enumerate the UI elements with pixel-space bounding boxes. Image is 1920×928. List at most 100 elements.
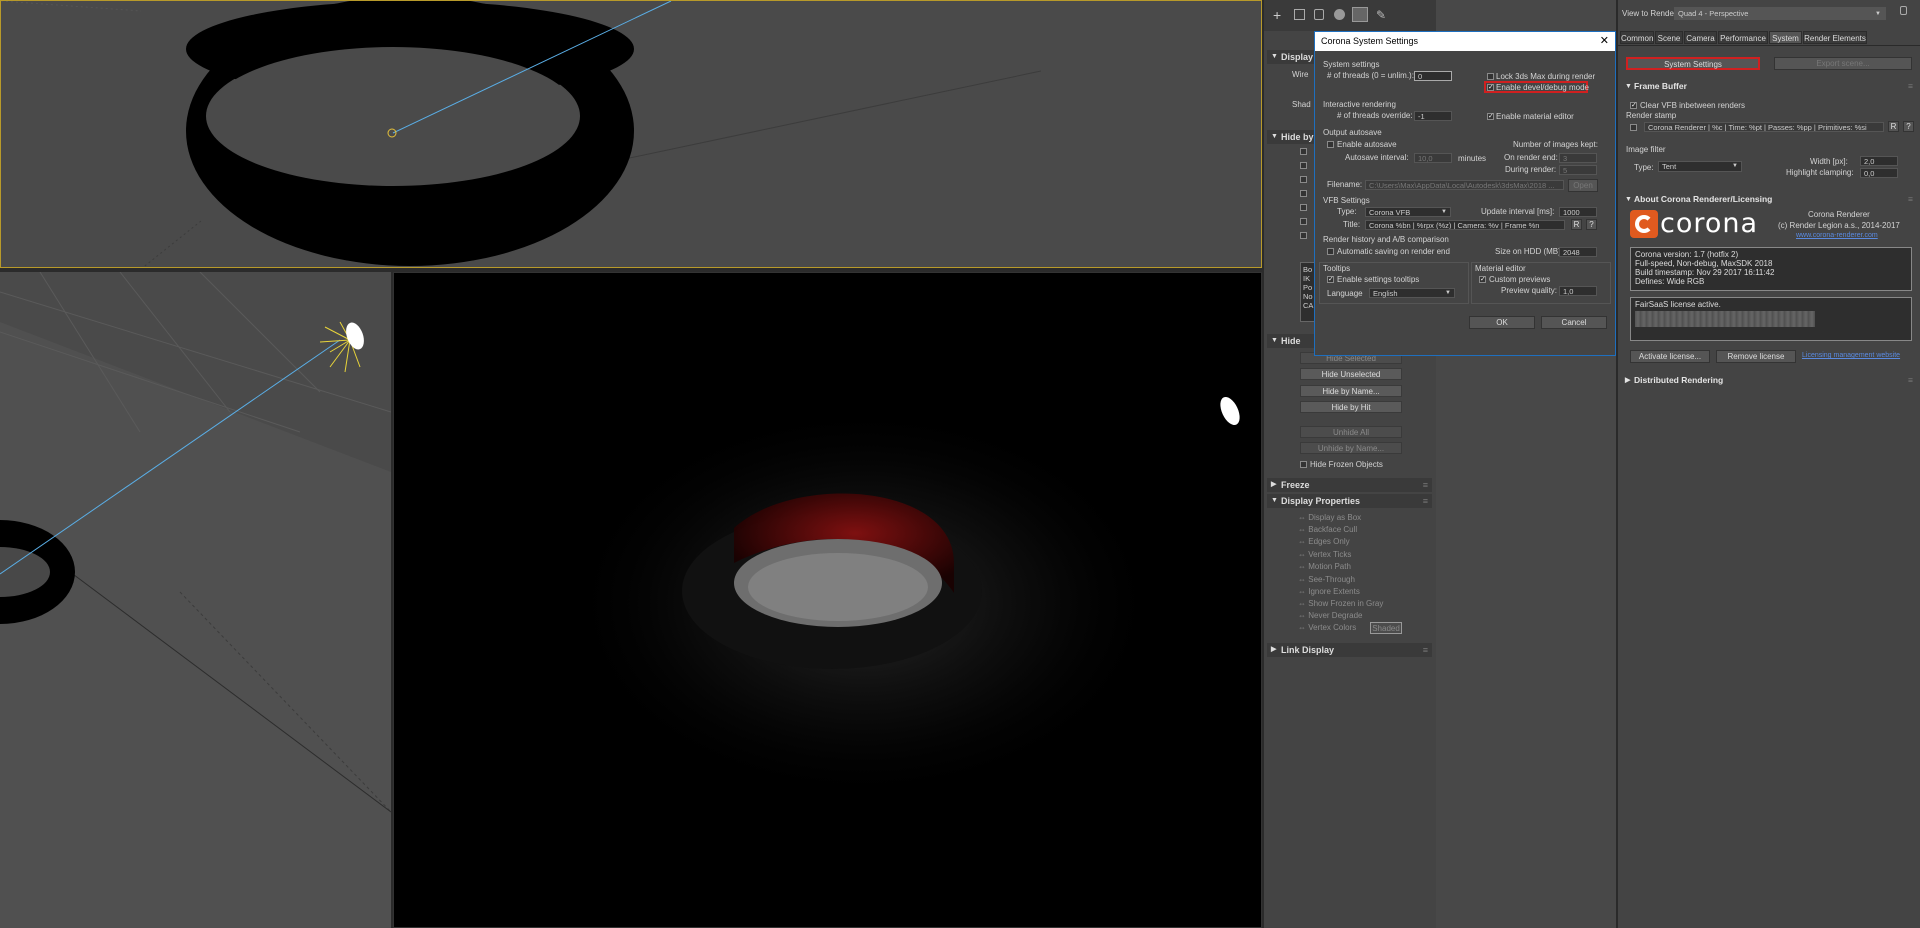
on-render-end-spinner[interactable]: 3 <box>1559 153 1597 163</box>
backface-cull-item[interactable]: ⇔ Backface Cull <box>1298 525 1357 534</box>
ignore-extents-item[interactable]: ⇔ Ignore Extents <box>1298 587 1360 596</box>
help-stamp-button[interactable]: ? <box>1903 121 1914 132</box>
enable-autosave-checkbox[interactable] <box>1327 141 1334 148</box>
viewport-top[interactable] <box>0 0 1262 268</box>
hide-by-checkbox[interactable] <box>1300 190 1307 197</box>
tab-system[interactable]: System <box>1769 31 1802 44</box>
rollout-menu-icon[interactable]: ≡ <box>1908 80 1913 93</box>
rollout-menu-icon[interactable]: ≡ <box>1423 478 1428 492</box>
dialog-titlebar[interactable]: Corona System Settings ✕ <box>1315 32 1615 51</box>
display-tab-icon[interactable] <box>1352 7 1368 22</box>
open-button[interactable]: Open <box>1568 179 1598 192</box>
hierarchy-tab-icon[interactable] <box>1314 9 1324 20</box>
autosave-interval-spinner[interactable]: 10,0 <box>1414 153 1452 163</box>
devel-mode-checkbox[interactable]: ✓ <box>1487 84 1494 91</box>
threads-spinner[interactable]: 0 <box>1414 71 1452 81</box>
unhide-all-button[interactable]: Unhide All <box>1300 426 1402 438</box>
vertex-ticks-item[interactable]: ⇔ Vertex Ticks <box>1298 550 1351 559</box>
show-frozen-gray-item[interactable]: ⇔ Show Frozen in Gray <box>1298 599 1383 608</box>
display-as-box-item[interactable]: ⇔ Display as Box <box>1298 513 1361 522</box>
hide-by-checkbox[interactable] <box>1300 218 1307 225</box>
website-link[interactable]: www.corona-renderer.com <box>1796 232 1878 239</box>
update-interval-spinner[interactable]: 1000 <box>1559 207 1597 217</box>
motion-tab-icon[interactable] <box>1334 9 1345 20</box>
view-to-render-select[interactable]: Quad 4 - Perspective ▼ <box>1674 7 1886 20</box>
license-progress-bar <box>1635 311 1815 327</box>
help-title-button[interactable]: ? <box>1586 219 1597 230</box>
ok-button[interactable]: OK <box>1469 316 1535 329</box>
tab-scene[interactable]: Scene <box>1655 31 1683 44</box>
tab-performance[interactable]: Performance <box>1718 31 1768 44</box>
hide-frozen-checkbox[interactable] <box>1300 461 1307 468</box>
display-prop-label: Backface Cull <box>1308 525 1358 534</box>
tab-render-elements[interactable]: Render Elements <box>1803 31 1867 44</box>
hide-by-checkbox[interactable] <box>1300 204 1307 211</box>
during-render-spinner[interactable]: 5 <box>1559 165 1597 175</box>
cancel-button[interactable]: Cancel <box>1541 316 1607 329</box>
rollout-about[interactable]: ▼ About Corona Renderer/Licensing ≡ <box>1624 193 1915 206</box>
licensing-website-link[interactable]: Licensing management website <box>1802 352 1900 359</box>
reset-title-button[interactable]: R <box>1571 219 1582 230</box>
export-scene-button[interactable]: Export scene... <box>1774 57 1912 70</box>
hide-by-checkbox[interactable] <box>1300 232 1307 239</box>
vfb-type-label: Type: <box>1337 207 1357 216</box>
language-value: English <box>1373 289 1398 298</box>
enable-tooltips-checkbox[interactable]: ✓ <box>1327 276 1334 283</box>
rollout-distributed[interactable]: ▶ Distributed Rendering ≡ <box>1624 374 1915 387</box>
collapse-arrow-icon: ▶ <box>1625 377 1631 384</box>
clear-vfb-checkbox[interactable]: ✓ <box>1630 102 1637 109</box>
utilities-tab-icon[interactable]: ✎ <box>1376 8 1386 22</box>
rollout-menu-icon[interactable]: ≡ <box>1908 374 1913 387</box>
rollout-menu-icon[interactable]: ≡ <box>1423 494 1428 508</box>
vfb-title-field[interactable]: Corona %bn | %rpx (%z) | Camera: %v | Fr… <box>1365 220 1565 230</box>
tab-common[interactable]: Common <box>1620 31 1654 44</box>
highlight-clamping-spinner[interactable]: 0,0 <box>1860 168 1898 178</box>
shaded-button[interactable]: Shaded <box>1370 622 1402 634</box>
rollout-link-display[interactable]: ▶ Link Display ≡ <box>1267 643 1432 657</box>
close-icon[interactable]: ✕ <box>1600 32 1609 51</box>
rollout-menu-icon[interactable]: ≡ <box>1908 193 1913 206</box>
hide-unselected-button[interactable]: Hide Unselected <box>1300 368 1402 380</box>
vertex-colors-item[interactable]: ⇔ Vertex Colors <box>1298 623 1356 632</box>
custom-previews-checkbox[interactable]: ✓ <box>1479 276 1486 283</box>
viewport-left[interactable] <box>0 272 391 928</box>
system-settings-button[interactable]: System Settings <box>1626 57 1760 70</box>
filter-type-select[interactable]: Tent ▼ <box>1658 161 1742 172</box>
tab-camera[interactable]: Camera <box>1684 31 1717 44</box>
size-hdd-spinner[interactable]: 2048 <box>1559 247 1597 257</box>
hide-by-checkbox[interactable] <box>1300 162 1307 169</box>
hide-by-hit-button[interactable]: Hide by Hit <box>1300 401 1402 413</box>
remove-license-button[interactable]: Remove license <box>1716 350 1796 363</box>
clear-vfb-label: Clear VFB inbetween renders <box>1640 101 1745 110</box>
unhide-by-name-button[interactable]: Unhide by Name... <box>1300 442 1402 454</box>
never-degrade-item[interactable]: ⇔ Never Degrade <box>1298 611 1362 620</box>
hide-by-name-button[interactable]: Hide by Name... <box>1300 385 1402 397</box>
language-select[interactable]: English ▼ <box>1369 288 1455 298</box>
motion-path-item[interactable]: ⇔ Motion Path <box>1298 562 1351 571</box>
threads-override-spinner[interactable]: -1 <box>1414 111 1452 121</box>
reset-stamp-button[interactable]: R <box>1888 121 1899 132</box>
lock-3ds-checkbox[interactable] <box>1487 73 1494 80</box>
render-stamp-field[interactable]: Corona Renderer | %c | Time: %pt | Passe… <box>1644 122 1884 132</box>
rollout-frame-buffer[interactable]: ▼ Frame Buffer ≡ <box>1624 80 1915 93</box>
see-through-item[interactable]: ⇔ See-Through <box>1298 575 1355 584</box>
hide-by-checkbox[interactable] <box>1300 176 1307 183</box>
auto-save-history-checkbox[interactable] <box>1327 248 1334 255</box>
rollout-freeze[interactable]: ▶ Freeze ≡ <box>1267 478 1432 492</box>
width-px-spinner[interactable]: 2,0 <box>1860 156 1898 166</box>
edges-only-item[interactable]: ⇔ Edges Only <box>1298 537 1350 546</box>
render-setup-panel: View to Render: Quad 4 - Perspective ▼ Co… <box>1616 0 1920 928</box>
preview-quality-spinner[interactable]: 1,0 <box>1559 286 1597 296</box>
rollout-menu-icon[interactable]: ≡ <box>1423 643 1428 657</box>
vfb-type-select[interactable]: Corona VFB ▼ <box>1365 207 1451 217</box>
render-stamp-checkbox[interactable] <box>1630 124 1637 131</box>
modify-tab-icon[interactable] <box>1294 9 1305 20</box>
rollout-display-properties[interactable]: ▼ Display Properties ≡ <box>1267 494 1432 508</box>
viewport-perspective[interactable] <box>393 272 1262 928</box>
activate-license-button[interactable]: Activate license... <box>1630 350 1710 363</box>
lock-icon[interactable] <box>1900 6 1907 15</box>
hide-by-checkbox[interactable] <box>1300 148 1307 155</box>
enable-mat-editor-checkbox[interactable]: ✓ <box>1487 113 1494 120</box>
create-tab-icon[interactable]: + <box>1273 7 1281 23</box>
filename-field[interactable]: C:\Users\Max\AppData\Local\Autodesk\3dsM… <box>1365 180 1564 190</box>
